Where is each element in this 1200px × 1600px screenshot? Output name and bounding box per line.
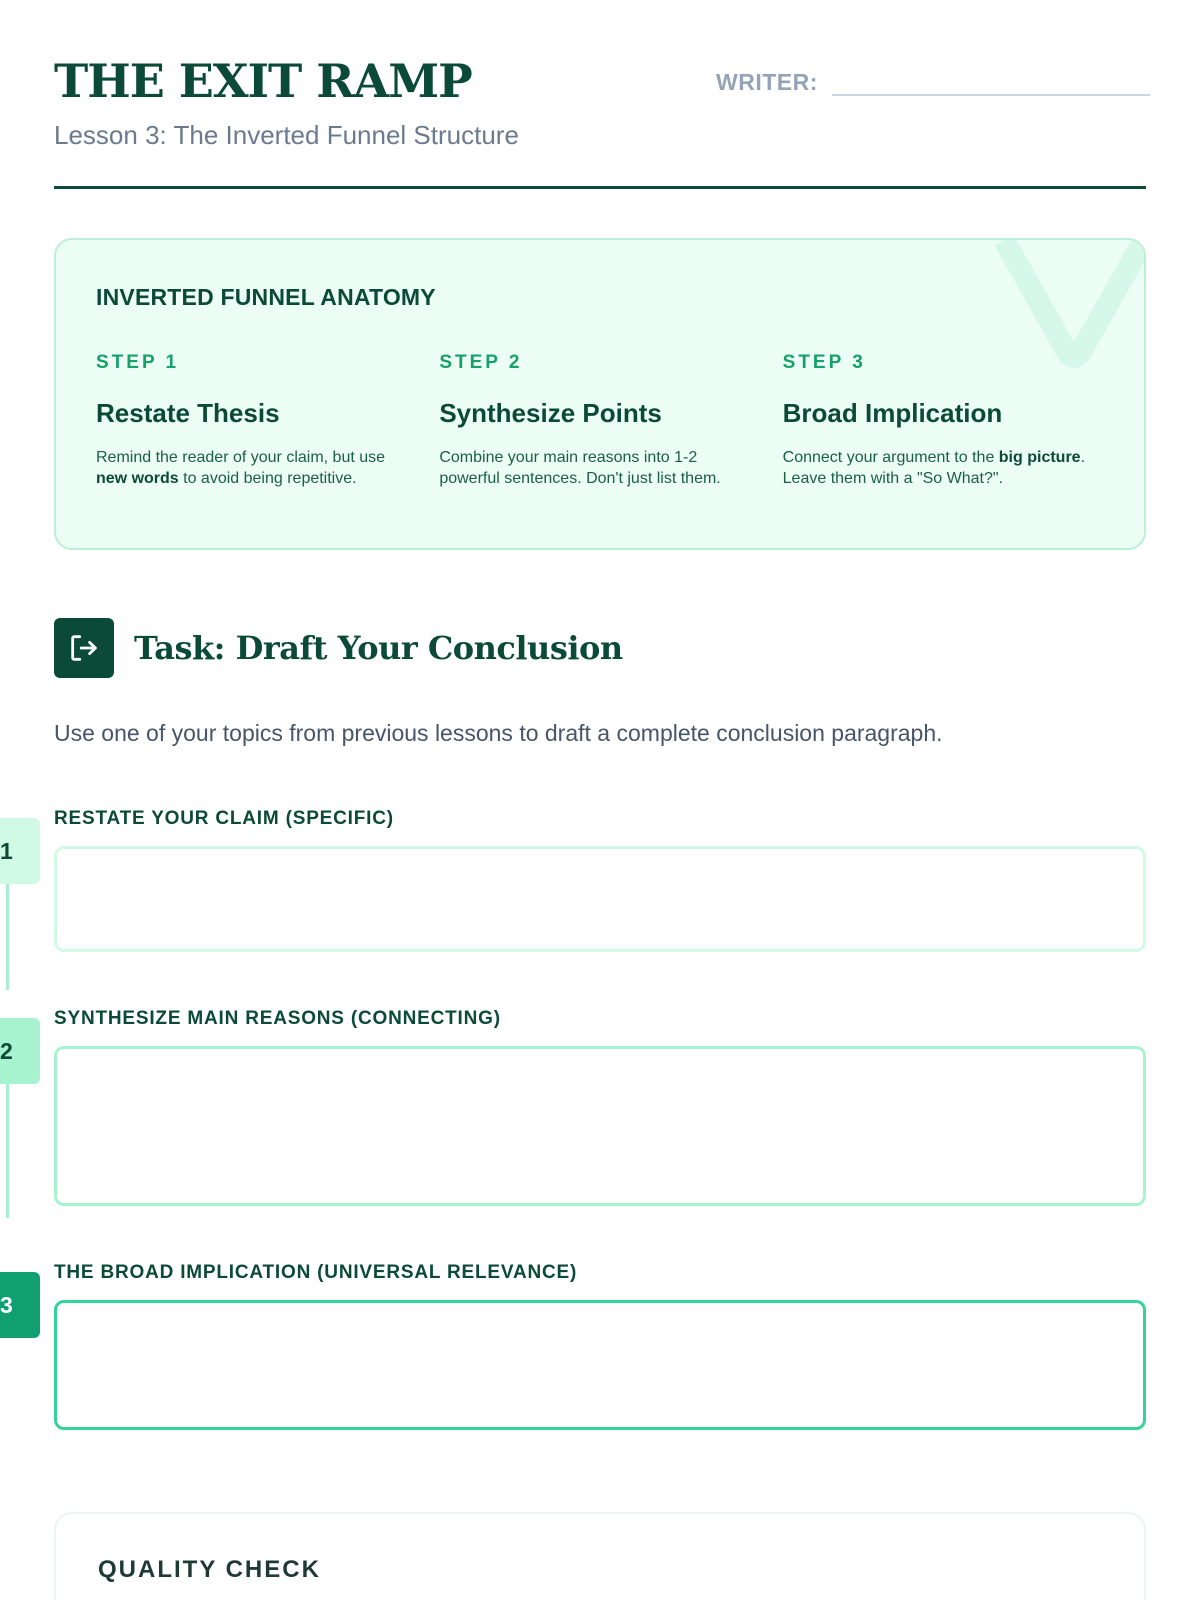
restate-claim-input[interactable] [54,846,1146,952]
step-number-badge-1: 1 [0,818,40,884]
writer-input-line[interactable] [831,60,1150,96]
page-title: THE EXIT RAMP [54,54,473,108]
step-2-number: STEP 2 [439,352,523,373]
quality-check-card: QUALITY CHECK [54,1512,1146,1600]
broad-implication-input[interactable] [54,1300,1146,1430]
step-2-description: Combine your main reasons into 1-2 power… [439,449,721,487]
writer-field: WRITER: [716,60,1150,96]
step-column-3: STEP 3 Broad Implication Connect your ar… [783,352,1126,489]
step-number-2: 2 [0,1037,13,1064]
step-connector-1 [6,884,9,990]
content-column: THE EXIT RAMP Lesson 3: The Inverted Fun… [54,0,1150,1430]
step-number-badge-2: 2 [0,1018,40,1084]
task-header: Task: Draft Your Conclusion [54,618,623,678]
worksheet-header: THE EXIT RAMP Lesson 3: The Inverted Fun… [54,0,1150,189]
step-column-2: STEP 2 Synthesize Points Combine your ma… [439,352,782,489]
lesson-subtitle: Lesson 3: The Inverted Funnel Structure [54,120,519,150]
step-number-3: 3 [0,1291,13,1318]
task-description: Use one of your topics from previous les… [54,720,943,746]
field-label-broad-implication: THE BROAD IMPLICATION (UNIVERSAL RELEVAN… [54,1262,578,1283]
worksheet-page: 1 2 3 THE EXIT RAMP Lesson 3: The Invert… [0,0,1200,1600]
anatomy-steps: STEP 1 Restate Thesis Remind the reader … [96,352,1126,489]
step-1-description: Remind the reader of your claim, but use… [96,449,386,487]
funnel-anatomy-card: INVERTED FUNNEL ANATOMY STEP 1 Restate T… [54,238,1146,550]
step-number-1: 1 [0,837,13,864]
step-3-description: Connect your argument to the big picture… [782,449,1086,487]
step-1-number: STEP 1 [96,352,180,373]
quality-check-title: QUALITY CHECK [98,1556,321,1583]
step-3-name: Broad Implication [782,398,1003,428]
step-connector-2 [6,1084,9,1218]
synthesize-reasons-input[interactable] [54,1046,1146,1206]
step-column-1: STEP 1 Restate Thesis Remind the reader … [96,352,439,489]
step-1-name: Restate Thesis [96,398,280,428]
step-number-badge-3: 3 [0,1272,40,1338]
exit-arrow-icon [54,618,114,678]
writer-label: WRITER: [716,69,818,95]
step-3-number: STEP 3 [782,352,866,373]
step-2-name: Synthesize Points [439,398,662,428]
field-label-restate-claim: RESTATE YOUR CLAIM (SPECIFIC) [54,808,394,829]
task-title: Task: Draft Your Conclusion [134,629,623,667]
anatomy-title: INVERTED FUNNEL ANATOMY [96,284,436,310]
field-label-synthesize-reasons: SYNTHESIZE MAIN REASONS (CONNECTING) [54,1008,501,1029]
